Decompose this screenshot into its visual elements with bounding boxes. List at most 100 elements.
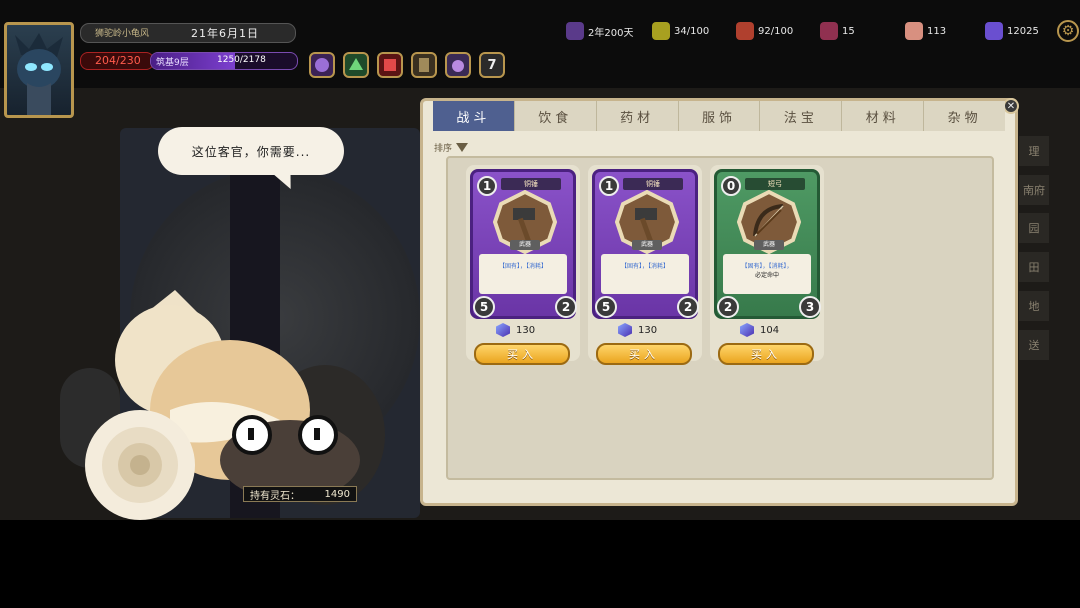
item-card[interactable]: 铜锤 武器 【固有】，【消耗】 1 5 2 [592,169,699,319]
resource-favor: 113 [905,20,946,42]
skill-slot-2[interactable] [343,52,369,78]
food-icon [652,22,670,40]
gourd-value: 15 [842,25,855,37]
hp-value: 204/230 [95,54,141,67]
skill-slot-5[interactable] [445,52,471,78]
resource-spirit-stone: 12025 [985,20,1039,42]
cultivation-progress: 1250/2178 [217,55,266,65]
skill-slot-3[interactable] [377,52,403,78]
item-tags: 【固有】，【消耗】 [620,263,669,270]
skill-5-icon [452,60,464,72]
tab-battle[interactable]: 战斗 [433,101,515,131]
lifespan-value: 2年200天 [588,27,634,39]
item-name: 短弓 [745,178,805,190]
gourd-icon [820,22,838,40]
skill-4-icon [419,58,429,72]
tab-misc[interactable]: 杂物 [924,101,1006,131]
food-value: 34/100 [674,25,710,37]
spirit-stone-holding: 持有灵石： 1490 [243,486,357,502]
sort-label: 排序 [434,144,453,154]
spirit-stone-icon [740,323,754,337]
close-icon[interactable]: ✕ [1003,98,1019,114]
favor-value: 113 [927,25,947,37]
item-left-stat: 5 [595,296,617,318]
item-type: 武器 [754,240,784,250]
item-type: 武器 [632,240,662,250]
resource-gourd: 15 [820,20,855,42]
tab-treasure[interactable]: 法宝 [760,101,843,131]
item-cost-badge: 0 [721,176,741,196]
buy-button[interactable]: 买入 [474,343,570,365]
side-menu-item-4[interactable]: 田 [1019,252,1049,282]
resource-lifespan: 2年200天 [566,20,633,42]
realm-label: 筑基9层 [156,58,189,68]
skill-1-icon [315,58,329,72]
side-menu-item-6[interactable]: 送 [1019,330,1049,360]
shop-item[interactable]: 铜锤 武器 【固有】，【消耗】 1 5 2 130 买入 [466,165,580,365]
character-name: 狮驼岭小龟风 [95,29,150,39]
item-right-stat: 3 [799,296,821,318]
item-type: 武器 [510,240,540,250]
skill-3-icon [384,59,396,71]
player-portrait[interactable] [4,22,74,118]
dragon-avatar-icon [15,33,63,115]
item-price-value: 104 [760,324,780,336]
item-tags: 【固有】，【消耗】 [498,263,547,270]
skill-slot-1[interactable] [309,52,335,78]
spirit-stone-value: 12025 [1007,25,1039,37]
skill-slot-4[interactable] [411,52,437,78]
item-price-value: 130 [516,324,536,336]
health-icon [736,22,754,40]
spirit-stone-amount: 1490 [324,488,350,500]
hp-bar: 204/230 [80,52,154,70]
sort-control[interactable]: 排序 [434,141,469,154]
lifespan-icon [566,22,584,40]
item-right-stat: 2 [555,296,577,318]
buy-button[interactable]: 买入 [596,343,692,365]
item-description: 【固有】，【消耗】， 必定命中 [723,254,811,294]
item-description: 【固有】，【消耗】 [479,254,567,294]
item-description: 【固有】，【消耗】 [601,254,689,294]
spirit-stone-label: 持有灵石： [250,490,300,502]
item-name: 铜锤 [623,178,683,190]
cultivation-bar: 筑基9层 1250/2178 [150,52,298,70]
side-menu-item-2[interactable]: 南府 [1019,175,1049,205]
game-date: 21年6月1日 [191,27,259,40]
item-price: 130 [496,323,535,337]
resource-health: 92/100 [736,20,793,42]
skill-2-icon [349,58,363,70]
speech-bubble: 这位客官，你需要... [158,127,344,175]
bottom-bar [0,520,1080,608]
item-right-stat: 2 [677,296,699,318]
buy-button[interactable]: 买入 [718,343,814,365]
shop-item[interactable]: 铜锤 武器 【固有】，【消耗】 1 5 2 130 买入 [588,165,702,365]
spirit-stone-icon [496,323,510,337]
item-card[interactable]: 铜锤 武器 【固有】，【消耗】 1 5 2 [470,169,577,319]
side-menu-item-5[interactable]: 地 [1019,291,1049,321]
tab-food[interactable]: 饮食 [514,101,597,131]
item-price: 130 [618,323,657,337]
sort-dropdown-icon [456,143,469,152]
settings-gear-icon[interactable]: ⚙ [1057,20,1079,42]
item-card[interactable]: 短弓 武器 【固有】，【消耗】， 必定命中 0 2 3 [714,169,821,319]
shop-item[interactable]: 短弓 武器 【固有】，【消耗】， 必定命中 0 2 3 104 买入 [710,165,824,365]
side-menu-item-1[interactable]: 理 [1019,136,1049,166]
spirit-stone-icon [618,323,632,337]
top-bar [0,0,1080,88]
item-name: 铜锤 [501,178,561,190]
tab-materials[interactable]: 材料 [842,101,925,131]
item-effect: 必定命中 [754,272,779,279]
tab-herbs[interactable]: 药材 [596,101,679,131]
side-menu-item-3[interactable]: 园 [1019,213,1049,243]
tab-clothing[interactable]: 服饰 [678,101,761,131]
item-cost-badge: 1 [477,176,497,196]
resource-food: 34/100 [652,20,709,42]
skill-count[interactable]: 7 [479,52,505,78]
favor-icon [905,22,923,40]
item-left-stat: 2 [717,296,739,318]
health-value: 92/100 [758,25,794,37]
item-price-value: 130 [638,324,658,336]
spirit-stone-icon [985,22,1003,40]
name-date-bar: 狮驼岭小龟风 21年6月1日 [80,23,296,43]
shop-tabs: 战斗 饮食 药材 服饰 法宝 材料 杂物 [433,101,1006,131]
